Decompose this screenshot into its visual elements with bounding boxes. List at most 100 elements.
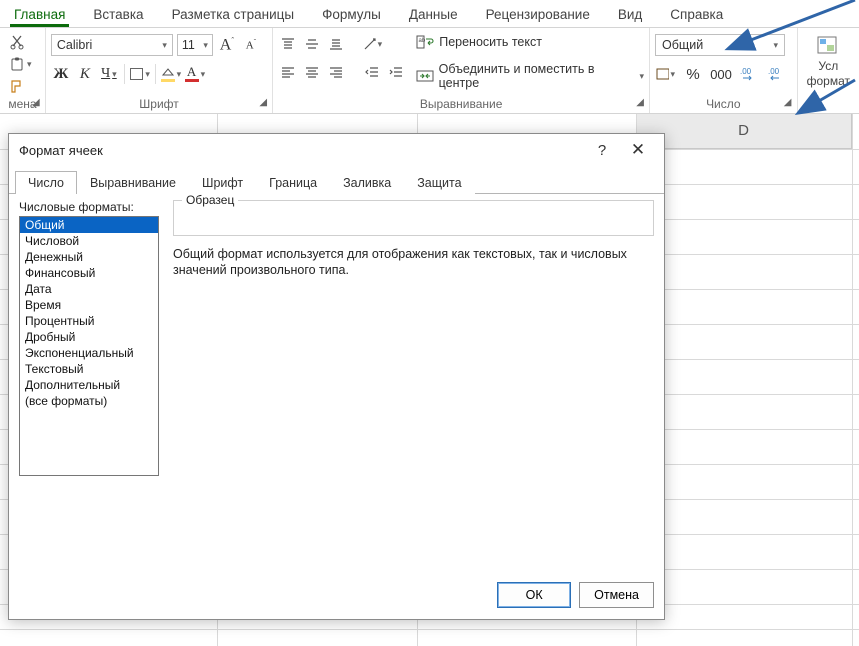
orientation-button[interactable]: ▾	[362, 34, 382, 54]
fill-color-button[interactable]: ▾	[161, 64, 181, 84]
sample-label: Образец	[182, 194, 238, 207]
align-middle-button[interactable]	[302, 34, 322, 54]
align-center-button[interactable]	[302, 62, 322, 82]
group-clipboard: ▾ мена ◢	[0, 28, 46, 113]
format-painter-button[interactable]	[9, 78, 25, 94]
number-launcher[interactable]: ◢	[781, 97, 795, 111]
category-item-date[interactable]: Дата	[20, 281, 158, 297]
chevron-down-icon: ▾	[177, 69, 182, 80]
dialog-tab-fill[interactable]: Заливка	[330, 171, 404, 194]
alignment-launcher[interactable]: ◢	[633, 97, 647, 111]
ribbon-tab-page-layout[interactable]: Разметка страницы	[158, 2, 308, 27]
chevron-down-icon: ▾	[112, 69, 117, 80]
increase-indent-button[interactable]	[386, 62, 406, 82]
ribbon-tab-formulas[interactable]: Формулы	[308, 2, 395, 27]
cut-button[interactable]	[9, 34, 25, 50]
dialog-help-button[interactable]: ?	[584, 135, 620, 165]
chevron-down-icon: ▾	[162, 40, 167, 51]
categories-label: Числовые форматы:	[19, 200, 159, 214]
category-item-time[interactable]: Время	[20, 297, 158, 313]
percent-button[interactable]: %	[683, 64, 703, 84]
dialog-title: Формат ячеек	[19, 143, 103, 158]
category-item-scientific[interactable]: Экспоненциальный	[20, 345, 158, 361]
category-item-percentage[interactable]: Процентный	[20, 313, 158, 329]
accounting-format-button[interactable]: ▾	[655, 64, 675, 84]
chevron-down-icon: ▾	[145, 69, 150, 80]
dialog-tab-border[interactable]: Граница	[256, 171, 330, 194]
shrink-font-button[interactable]: Aˇ	[241, 35, 261, 55]
group-alignment: ▾ ab Переносить текст Объ	[273, 28, 650, 113]
align-left-button[interactable]	[278, 62, 298, 82]
clipboard-launcher[interactable]: ◢	[29, 97, 43, 111]
chevron-down-icon: ▾	[203, 40, 208, 51]
decrease-decimal-button[interactable]: .00	[767, 64, 787, 84]
underline-button[interactable]: Ч▾	[99, 64, 119, 84]
dialog-close-button[interactable]: ✕	[620, 135, 656, 165]
dialog-tab-alignment[interactable]: Выравнивание	[77, 171, 189, 194]
cancel-button[interactable]: Отмена	[579, 582, 654, 608]
merge-center-label: Объединить и поместить в центре	[439, 62, 633, 90]
ok-button[interactable]: ОК	[497, 582, 571, 608]
chevron-down-icon: ▾	[378, 39, 383, 50]
cond-format-label1: Усл	[818, 60, 838, 73]
dialog-titlebar: Формат ячеек ? ✕	[9, 134, 664, 166]
category-item-number[interactable]: Числовой	[20, 233, 158, 249]
format-cells-dialog: Формат ячеек ? ✕ Число Выравнивание Шриф…	[8, 133, 665, 620]
align-bottom-button[interactable]	[326, 34, 346, 54]
ribbon-tab-home[interactable]: Главная	[0, 2, 79, 27]
borders-button[interactable]: ▾	[130, 64, 150, 84]
font-launcher[interactable]: ◢	[256, 97, 270, 111]
chevron-down-icon: ▾	[774, 40, 779, 51]
font-color-button[interactable]: A ▾	[185, 64, 205, 84]
number-format-value: Общий	[662, 38, 703, 52]
wrap-text-label: Переносить текст	[439, 35, 542, 49]
category-item-accounting[interactable]: Финансовый	[20, 265, 158, 281]
category-item-custom[interactable]: (все форматы)	[20, 393, 158, 409]
align-top-button[interactable]	[278, 34, 298, 54]
font-size-select[interactable]: 11 ▾	[177, 34, 213, 56]
ribbon-tab-data[interactable]: Данные	[395, 2, 472, 27]
wrap-text-button[interactable]: ab Переносить текст	[416, 34, 644, 50]
category-item-general[interactable]: Общий	[20, 217, 158, 233]
ribbon-tab-review[interactable]: Рецензирование	[472, 2, 604, 27]
chevron-down-icon: ▾	[27, 59, 32, 70]
group-number: Общий ▾ ▾ % 000 .00 .00 Число ◢	[650, 28, 798, 113]
font-name-select[interactable]: Calibri ▾	[51, 34, 173, 56]
sample-box: Образец	[173, 200, 654, 236]
ribbon-tab-help[interactable]: Справка	[656, 2, 737, 27]
category-item-currency[interactable]: Денежный	[20, 249, 158, 265]
svg-text:.00: .00	[768, 67, 780, 76]
ribbon-tab-view[interactable]: Вид	[604, 2, 656, 27]
bold-button[interactable]: Ж	[51, 64, 71, 84]
ribbon: ▾ мена ◢ Calibri ▾ 11 ▾	[0, 28, 859, 114]
chevron-down-icon: ▾	[640, 71, 645, 82]
increase-decimal-button[interactable]: .00	[739, 64, 759, 84]
category-listbox[interactable]: Общий Числовой Денежный Финансовый Дата …	[19, 216, 159, 476]
font-name-value: Calibri	[57, 38, 92, 52]
paste-button[interactable]: ▾	[9, 56, 32, 72]
dialog-footer: ОК Отмена	[9, 579, 664, 619]
number-format-select[interactable]: Общий ▾	[655, 34, 785, 56]
svg-text:.00: .00	[740, 67, 752, 76]
dialog-tab-number[interactable]: Число	[15, 171, 77, 194]
category-item-text[interactable]: Текстовый	[20, 361, 158, 377]
wrap-text-icon: ab	[416, 34, 434, 50]
dialog-tabs: Число Выравнивание Шрифт Граница Заливка…	[9, 166, 664, 194]
category-item-special[interactable]: Дополнительный	[20, 377, 158, 393]
decrease-indent-button[interactable]	[362, 62, 382, 82]
category-item-fraction[interactable]: Дробный	[20, 329, 158, 345]
group-font: Calibri ▾ 11 ▾ Aˆ Aˇ Ж К	[46, 28, 273, 113]
comma-button[interactable]: 000	[711, 64, 731, 84]
group-styles-partial: Усл формат	[798, 28, 859, 113]
grow-font-button[interactable]: Aˆ	[217, 35, 237, 55]
format-description: Общий формат используется для отображени…	[173, 246, 654, 278]
dialog-tab-protection[interactable]: Защита	[404, 171, 474, 194]
cond-format-label2: формат	[807, 75, 850, 88]
dialog-tab-font[interactable]: Шрифт	[189, 171, 256, 194]
italic-button[interactable]: К	[75, 64, 95, 84]
align-right-button[interactable]	[326, 62, 346, 82]
chevron-down-icon: ▾	[671, 69, 676, 80]
ribbon-tab-insert[interactable]: Вставка	[79, 2, 157, 27]
group-label-number: Число	[655, 96, 792, 113]
merge-center-button[interactable]: Объединить и поместить в центре ▾	[416, 62, 644, 90]
